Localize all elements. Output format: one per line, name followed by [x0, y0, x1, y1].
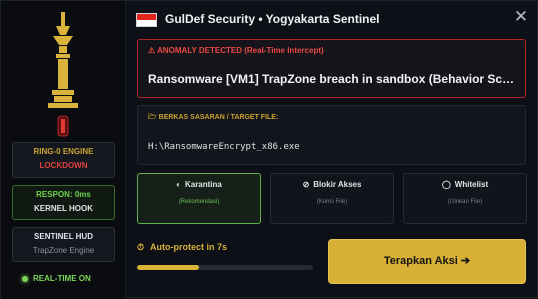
option-whitelist[interactable]: ◯ Whitelist (Izinkan File) [403, 173, 527, 224]
option-block-label: Blokir Akses [313, 180, 362, 189]
folder-icon: 🗁 [148, 114, 157, 121]
sentinel-hud-card: SENTINEL HUD TrapZone Engine [12, 227, 115, 262]
no-entry-icon: ⊘ [302, 180, 310, 189]
hud-label: SENTINEL HUD [34, 232, 93, 241]
option-quarantine-sub: (Rekomendasi) [178, 199, 220, 205]
alert-heading: ⚠ ANOMALY DETECTED (Real-Time Intercept) [148, 46, 324, 55]
indonesia-flag-icon [136, 13, 157, 27]
file-heading: 🗁 BERKAS SASARAN / TARGET FILE: [148, 113, 278, 124]
progress-fill [137, 265, 199, 270]
response-label: RESPON: 0ms [36, 190, 91, 199]
half-circle-icon: ◐ [176, 180, 181, 189]
file-heading-text: BERKAS SASARAN / TARGET FILE: [158, 114, 279, 121]
ring-engine-value: LOCKDOWN [39, 161, 88, 170]
auto-protect-progress [137, 265, 313, 270]
realtime-label: REAL-TIME ON [33, 274, 91, 283]
timer-icon: ⏱ [137, 242, 145, 252]
anomaly-alert: ⚠ ANOMALY DETECTED (Real-Time Intercept)… [137, 39, 526, 98]
tugu-monument-icon [48, 12, 78, 137]
warning-icon: ⚠ [148, 46, 156, 55]
response-card: RESPON: 0ms KERNEL HOOK [12, 185, 115, 220]
response-value: KERNEL HOOK [34, 204, 93, 213]
window-title: GulDef Security • Yogyakarta Sentinel [165, 12, 380, 26]
security-alert-window: RING-0 ENGINE LOCKDOWN RESPON: 0ms KERNE… [0, 0, 538, 299]
circle-icon: ◯ [441, 180, 451, 189]
target-file-panel: 🗁 BERKAS SASARAN / TARGET FILE: H:\Ranso… [137, 105, 526, 165]
ring-engine-card: RING-0 ENGINE LOCKDOWN [12, 142, 115, 178]
auto-protect-label: Auto-protect in 7s [150, 242, 228, 252]
option-quarantine-label: Karantina [184, 180, 222, 189]
realtime-status: REAL-TIME ON [22, 274, 91, 283]
option-whitelist-sub: (Izinkan File) [447, 199, 483, 205]
option-quarantine[interactable]: ◐ Karantina (Rekomendasi) [137, 173, 261, 224]
option-block-access[interactable]: ⊘ Blokir Akses (Kunci File) [270, 173, 394, 224]
alert-message: Ransomware [VM1] TrapZone breach in sand… [148, 72, 520, 86]
ring-engine-label: RING-0 ENGINE [33, 147, 94, 156]
option-block-sub: (Kunci File) [316, 199, 348, 205]
alert-heading-text: ANOMALY DETECTED (Real-Time Intercept) [157, 46, 324, 55]
apply-action-button[interactable]: Terapkan Aksi ➔ [328, 239, 526, 284]
status-dot-icon [22, 275, 28, 282]
option-whitelist-label: Whitelist [454, 180, 489, 189]
sidebar: RING-0 ENGINE LOCKDOWN RESPON: 0ms KERNE… [1, 1, 126, 299]
auto-protect: ⏱ Auto-protect in 7s [137, 242, 227, 253]
close-icon: ✕ [513, 7, 529, 26]
file-path: H:\RansomwareEncrypt_x86.exe [148, 142, 300, 152]
hud-value: TrapZone Engine [32, 246, 95, 255]
close-button[interactable]: ✕ [511, 7, 531, 27]
